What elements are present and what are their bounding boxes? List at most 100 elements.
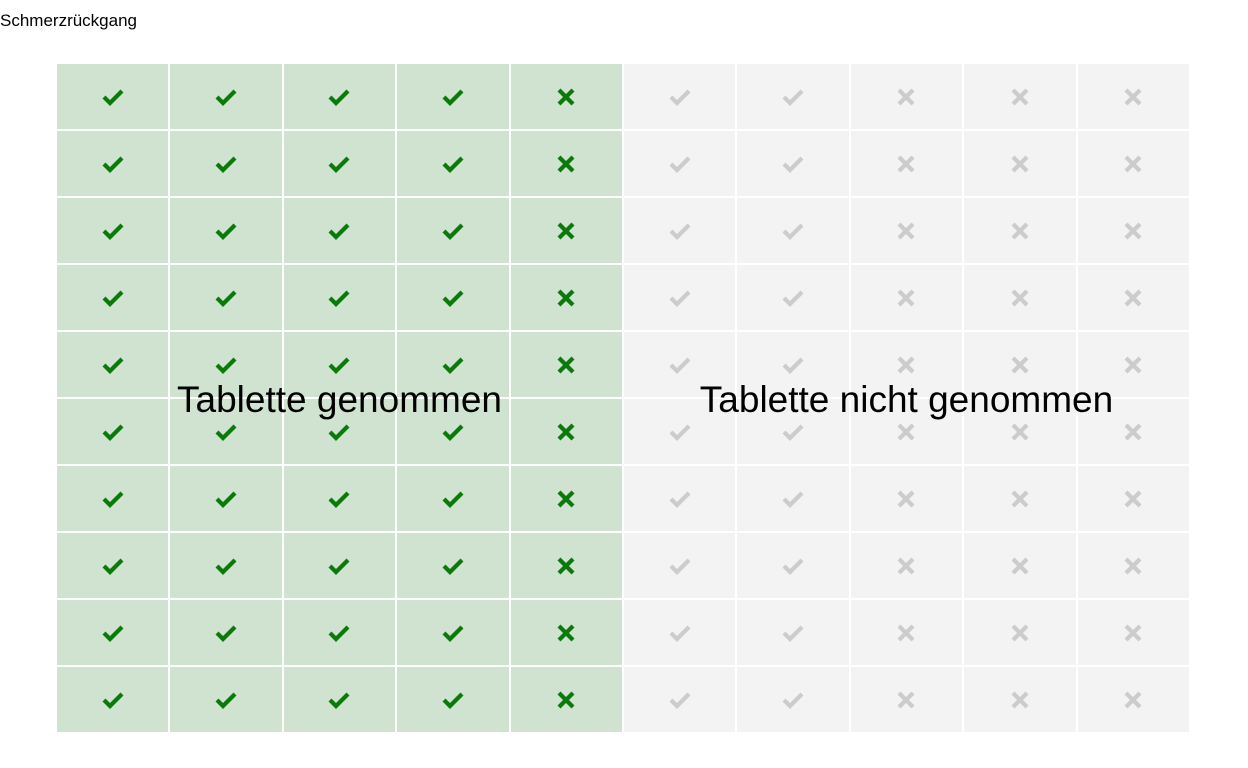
icon-cell bbox=[57, 533, 169, 598]
check-icon bbox=[213, 422, 239, 442]
check-icon bbox=[780, 355, 806, 375]
check-icon bbox=[213, 489, 239, 509]
cross-icon bbox=[556, 489, 576, 509]
icon-cell bbox=[737, 131, 849, 196]
icon-cell bbox=[170, 265, 282, 330]
icon-cell bbox=[57, 64, 169, 129]
icon-cell bbox=[57, 198, 169, 263]
cross-icon bbox=[556, 288, 576, 308]
check-icon bbox=[780, 489, 806, 509]
cross-icon bbox=[1123, 690, 1143, 710]
cross-icon bbox=[896, 355, 916, 375]
icon-cell bbox=[397, 466, 509, 531]
check-icon bbox=[326, 422, 352, 442]
icon-cell bbox=[737, 667, 849, 732]
cross-icon bbox=[896, 221, 916, 241]
check-icon bbox=[667, 623, 693, 643]
check-icon bbox=[440, 422, 466, 442]
icon-cell bbox=[1077, 198, 1189, 263]
cross-icon bbox=[556, 87, 576, 107]
check-icon bbox=[100, 422, 126, 442]
icon-cell bbox=[510, 265, 622, 330]
check-icon bbox=[667, 690, 693, 710]
icon-cell bbox=[964, 600, 1076, 665]
icon-cell bbox=[964, 466, 1076, 531]
check-icon bbox=[213, 154, 239, 174]
check-icon bbox=[440, 221, 466, 241]
icon-cell bbox=[510, 64, 622, 129]
icon-cell bbox=[510, 600, 622, 665]
check-icon bbox=[326, 154, 352, 174]
check-icon bbox=[667, 355, 693, 375]
icon-cell bbox=[850, 600, 963, 665]
icon-cell bbox=[624, 64, 736, 129]
cross-icon bbox=[896, 489, 916, 509]
icon-cell bbox=[850, 64, 963, 129]
icon-cell bbox=[510, 466, 622, 531]
icon-cell bbox=[57, 667, 169, 732]
icon-cell bbox=[737, 64, 849, 129]
check-icon bbox=[440, 288, 466, 308]
icon-cell bbox=[964, 198, 1076, 263]
cross-icon bbox=[1123, 288, 1143, 308]
cross-icon bbox=[896, 556, 916, 576]
check-icon bbox=[213, 690, 239, 710]
check-icon bbox=[667, 87, 693, 107]
check-icon bbox=[667, 556, 693, 576]
icon-cell bbox=[510, 131, 622, 196]
check-icon bbox=[440, 556, 466, 576]
check-icon bbox=[326, 355, 352, 375]
cross-icon bbox=[1123, 221, 1143, 241]
cross-icon bbox=[556, 221, 576, 241]
icon-cell bbox=[737, 466, 849, 531]
icon-cell bbox=[397, 198, 509, 263]
cross-icon bbox=[896, 87, 916, 107]
icon-cell bbox=[510, 667, 622, 732]
icon-cell bbox=[170, 198, 282, 263]
cross-icon bbox=[1010, 489, 1030, 509]
icon-cell bbox=[397, 600, 509, 665]
cross-icon bbox=[556, 556, 576, 576]
check-icon bbox=[100, 690, 126, 710]
icon-cell bbox=[624, 667, 736, 732]
icon-cell bbox=[850, 265, 963, 330]
check-icon bbox=[440, 489, 466, 509]
check-icon bbox=[100, 288, 126, 308]
icon-cell bbox=[737, 265, 849, 330]
cross-icon bbox=[896, 154, 916, 174]
group-label-not-taken: Tablette nicht genommen bbox=[699, 379, 1114, 420]
cross-icon bbox=[1010, 690, 1030, 710]
check-icon bbox=[780, 154, 806, 174]
cross-icon bbox=[896, 690, 916, 710]
icon-cell bbox=[57, 600, 169, 665]
icon-cell bbox=[510, 533, 622, 598]
icon-cell bbox=[170, 466, 282, 531]
icon-cell bbox=[57, 265, 169, 330]
cross-icon bbox=[1010, 87, 1030, 107]
icon-cell bbox=[1077, 600, 1189, 665]
icon-cell bbox=[510, 198, 622, 263]
cross-icon bbox=[1010, 154, 1030, 174]
check-icon bbox=[667, 221, 693, 241]
cross-icon bbox=[1123, 87, 1143, 107]
icon-cell bbox=[850, 533, 963, 598]
check-icon bbox=[667, 154, 693, 174]
check-icon bbox=[440, 87, 466, 107]
icon-cell bbox=[1077, 131, 1189, 196]
check-icon bbox=[100, 556, 126, 576]
check-icon bbox=[213, 355, 239, 375]
check-icon bbox=[667, 489, 693, 509]
check-icon bbox=[100, 87, 126, 107]
icon-cell bbox=[737, 198, 849, 263]
icon-cell bbox=[57, 332, 169, 397]
icon-cell bbox=[283, 64, 396, 129]
icon-cell bbox=[283, 265, 396, 330]
icon-cell bbox=[397, 533, 509, 598]
icon-cell bbox=[624, 198, 736, 263]
cross-icon bbox=[1123, 422, 1143, 442]
cross-icon bbox=[556, 422, 576, 442]
cross-icon bbox=[1123, 154, 1143, 174]
check-icon bbox=[100, 489, 126, 509]
check-icon bbox=[100, 623, 126, 643]
icon-cell bbox=[850, 466, 963, 531]
